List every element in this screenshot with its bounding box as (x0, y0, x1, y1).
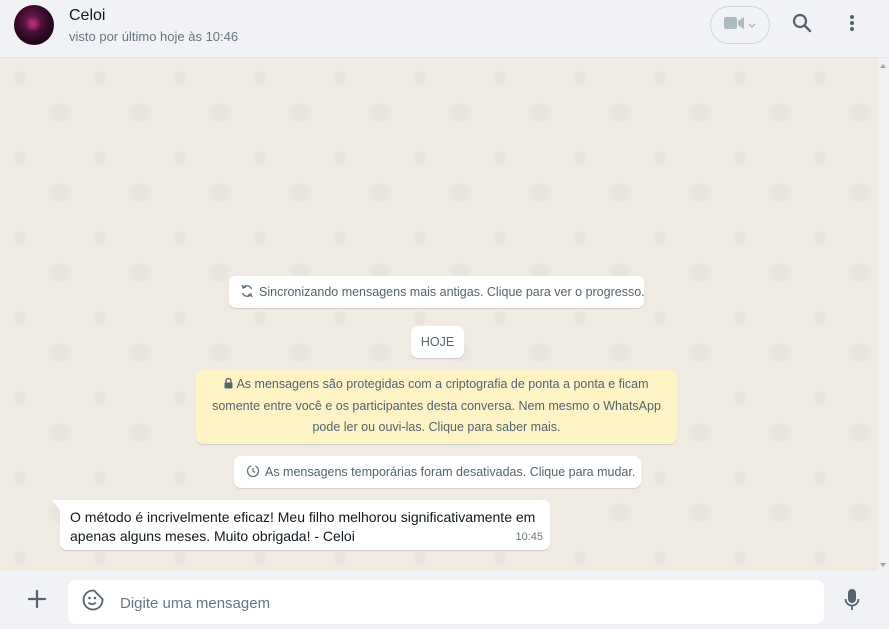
message-text: O método é incrivelmente eficaz! Meu fil… (70, 509, 536, 544)
message-tail (52, 500, 60, 510)
menu-button[interactable] (838, 11, 866, 39)
contact-status: visto por último hoje às 10:46 (69, 29, 239, 44)
chevron-down-icon (748, 16, 756, 34)
menu-icon (849, 14, 855, 37)
scroll-up-arrow-icon[interactable] (880, 64, 886, 68)
contact-name[interactable]: Celoi (69, 7, 105, 25)
search-icon (792, 13, 812, 38)
encryption-notice-text: As mensagens são protegidas com a cripto… (212, 377, 661, 434)
incoming-message[interactable]: O método é incrivelmente eficaz! Meu fil… (52, 500, 550, 550)
lock-icon (224, 375, 233, 396)
voice-message-button[interactable] (839, 588, 865, 616)
chat-area[interactable]: Sincronizando mensagens mais antigas. Cl… (0, 58, 878, 571)
sticker-button[interactable] (80, 589, 106, 615)
timer-icon (246, 464, 260, 481)
plus-icon (27, 589, 47, 614)
sync-icon (240, 284, 254, 301)
attach-button[interactable] (24, 588, 50, 614)
search-button[interactable] (788, 11, 816, 39)
date-divider: HOJE (411, 326, 464, 358)
sync-notice-text: Sincronizando mensagens mais antigas. Cl… (259, 285, 645, 299)
sticker-icon (82, 589, 104, 616)
message-input-box[interactable] (68, 580, 824, 624)
video-call-icon (724, 16, 744, 35)
sync-notice[interactable]: Sincronizando mensagens mais antigas. Cl… (229, 276, 645, 308)
encryption-notice[interactable]: As mensagens são protegidas com a cripto… (196, 370, 677, 444)
temporary-notice-text: As mensagens temporárias foram desativad… (265, 465, 636, 479)
message-time: 10:45 (515, 531, 543, 543)
temporary-messages-notice[interactable]: As mensagens temporárias foram desativad… (234, 456, 641, 488)
avatar[interactable] (14, 5, 54, 45)
message-input[interactable] (118, 591, 802, 615)
chat-scrollbar[interactable] (878, 58, 889, 571)
microphone-icon (844, 588, 860, 617)
video-call-button[interactable] (710, 6, 770, 44)
composer-bar (0, 571, 889, 629)
chat-header: Celoi visto por último hoje às 10:46 (0, 0, 889, 58)
scroll-down-arrow-icon[interactable] (880, 563, 886, 567)
